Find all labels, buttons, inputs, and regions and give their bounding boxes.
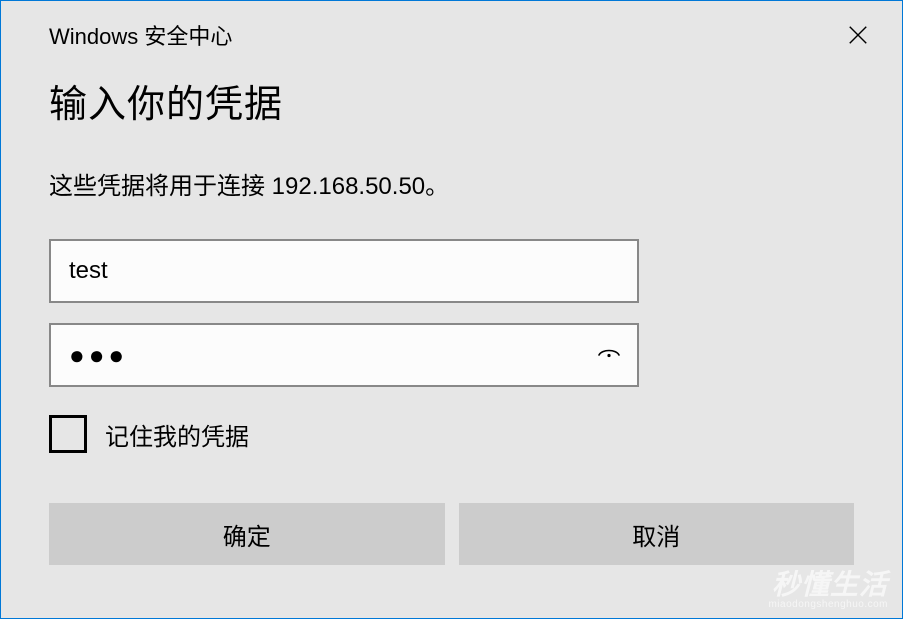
password-masked-value: ●●● (69, 342, 128, 368)
credential-dialog: Windows 安全中心 输入你的凭据 这些凭据将用于连接 192.168.50… (0, 0, 903, 619)
dialog-description: 这些凭据将用于连接 192.168.50.50。 (49, 166, 854, 201)
dialog-content: 输入你的凭据 这些凭据将用于连接 192.168.50.50。 ●●● 记住我的… (1, 73, 902, 565)
cancel-button[interactable]: 取消 (459, 503, 855, 565)
remember-row: 记住我的凭据 (49, 415, 854, 453)
password-reveal-button[interactable] (593, 339, 625, 371)
watermark: 秒懂生活 miaodongshenghuo.com (768, 563, 888, 610)
button-row: 确定 取消 (49, 503, 854, 565)
remember-checkbox[interactable] (49, 415, 87, 453)
close-icon (847, 24, 869, 46)
password-input[interactable]: ●●● (49, 323, 639, 387)
titlebar: Windows 安全中心 (1, 1, 902, 55)
dialog-heading: 输入你的凭据 (49, 73, 854, 128)
close-button[interactable] (838, 15, 878, 55)
password-wrapper: ●●● (49, 323, 639, 387)
username-input[interactable] (49, 239, 639, 303)
titlebar-text: Windows 安全中心 (49, 19, 232, 51)
watermark-main: 秒懂生活 (768, 563, 888, 603)
ok-button[interactable]: 确定 (49, 503, 445, 565)
eye-icon (597, 343, 621, 367)
watermark-sub: miaodongshenghuo.com (768, 599, 888, 610)
remember-label[interactable]: 记住我的凭据 (105, 417, 249, 452)
